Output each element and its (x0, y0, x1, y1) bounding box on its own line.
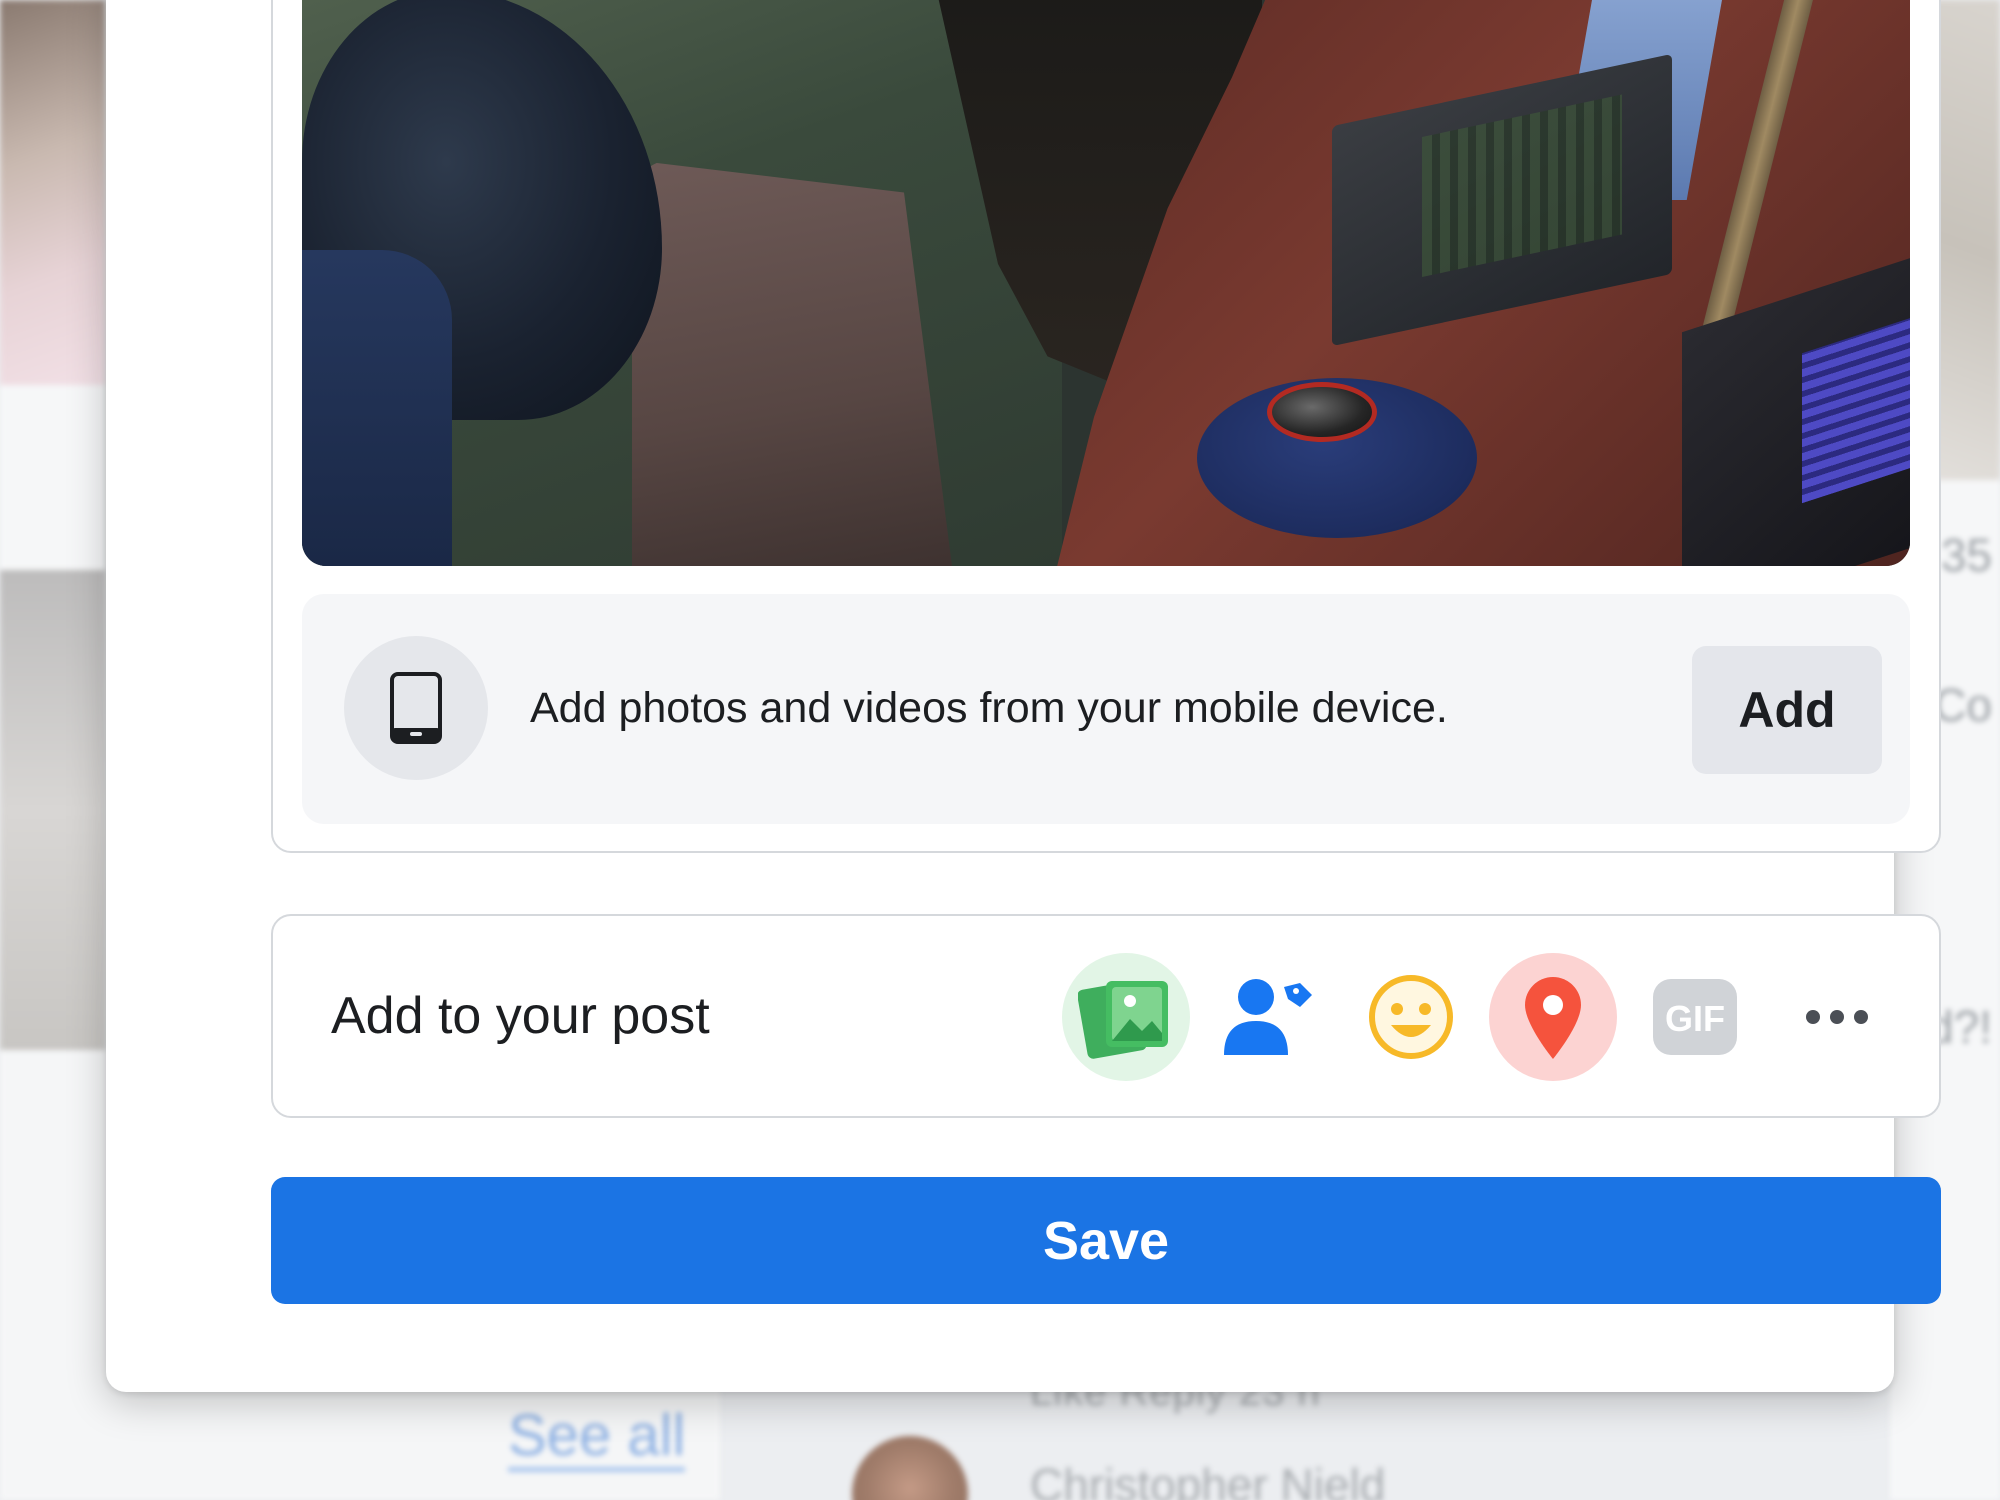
mobile-upload-text: Add photos and videos from your mobile d… (530, 684, 1448, 732)
background-photo-left (0, 0, 105, 385)
edit-post-dialog: Add photos and videos from your mobile d… (106, 0, 1941, 1392)
feeling-activity-icon[interactable] (1347, 953, 1475, 1081)
background-photo-left-lower (0, 570, 105, 1050)
attached-photo[interactable] (302, 0, 1910, 566)
more-options-icon[interactable] (1773, 953, 1901, 1081)
gif-label: GIF (1665, 998, 1725, 1039)
add-from-mobile-row: Add photos and videos from your mobile d… (302, 594, 1910, 824)
commenter-name: Christopher Nield (1030, 1459, 1386, 1500)
background-card-left (0, 385, 105, 570)
tag-people-icon[interactable] (1204, 953, 1332, 1081)
add-to-post-label: Add to your post (331, 987, 710, 1045)
check-in-icon[interactable] (1489, 953, 1617, 1081)
photo-video-icon[interactable] (1062, 953, 1190, 1081)
tablet-icon (344, 636, 488, 780)
add-to-post-bar: Add to your post GIF (271, 914, 1941, 1118)
gif-icon[interactable]: GIF (1631, 953, 1759, 1081)
save-button[interactable]: Save (271, 1177, 1941, 1304)
avatar (852, 1436, 968, 1500)
see-all-link[interactable]: See all (508, 1405, 686, 1472)
add-from-mobile-button[interactable]: Add (1692, 646, 1882, 774)
background-text: Co (1933, 679, 1992, 731)
